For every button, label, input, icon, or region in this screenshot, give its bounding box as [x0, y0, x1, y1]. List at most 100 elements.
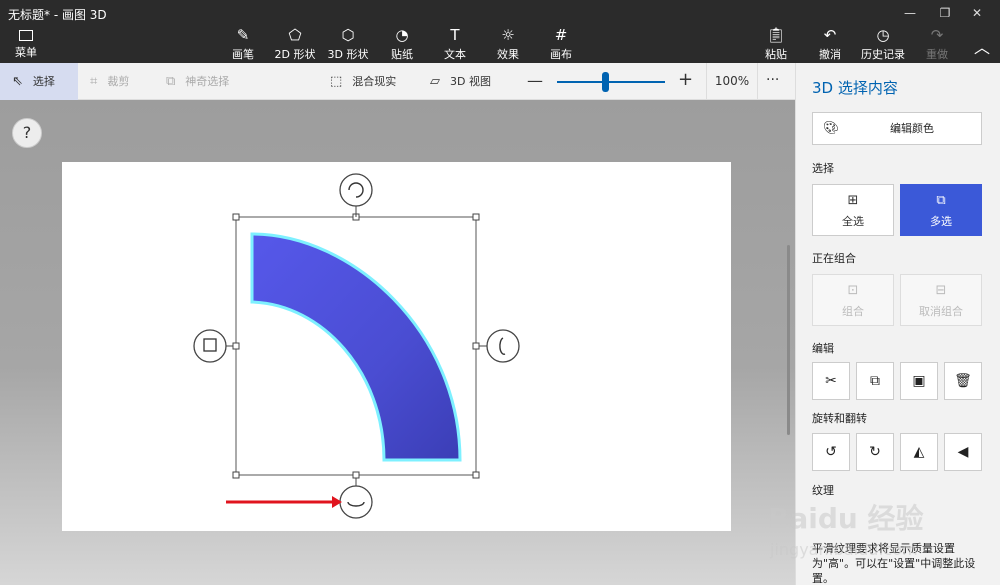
3d-curved-shape[interactable] — [250, 232, 462, 462]
ungroup-label: 取消组合 — [919, 305, 963, 318]
tool-stickers[interactable]: ◔ 贴纸 — [387, 26, 417, 62]
group-label: 组合 — [842, 305, 864, 318]
cut-button[interactable]: ✂ — [812, 362, 850, 400]
flip-horizontal-icon: ◭ — [913, 444, 925, 460]
group-button[interactable]: ⊡ 组合 — [812, 274, 894, 326]
crop-button[interactable]: ⌗ 裁剪 — [90, 63, 129, 100]
folder-icon — [19, 30, 33, 41]
paste-label: 粘贴 — [765, 48, 787, 61]
canvas[interactable] — [62, 162, 731, 531]
redo-label: 重做 — [926, 48, 948, 61]
paste-panel-button[interactable]: ▣ — [900, 362, 938, 400]
2d-shapes-icon: ⬠ — [288, 26, 302, 44]
edit-color-label: 编辑颜色 — [890, 122, 934, 135]
menu-button[interactable]: 菜单 — [8, 28, 44, 60]
magic-select-button[interactable]: ⧉ 神奇选择 — [166, 63, 229, 100]
undo-label: 撤消 — [819, 48, 841, 61]
scissors-icon: ✂ — [825, 373, 837, 389]
tool-brushes[interactable]: ✎ 画笔 — [228, 26, 258, 62]
panel-title: 3D 选择内容 — [812, 79, 898, 97]
tool-label: 文本 — [444, 48, 466, 61]
restore-button[interactable]: ❐ — [930, 4, 960, 22]
section-rotate-flip: 旋转和翻转 — [812, 412, 867, 425]
rotate-z-handle[interactable] — [339, 173, 373, 207]
close-button[interactable]: ✕ — [962, 4, 992, 22]
rotate-y-handle[interactable] — [486, 329, 520, 363]
tool-text[interactable]: T 文本 — [440, 26, 470, 62]
sticker-icon: ◔ — [395, 26, 409, 44]
collapse-toolbar-icon[interactable]: ︿ — [974, 34, 990, 58]
zoom-slider-thumb[interactable] — [602, 72, 610, 92]
zoom-out-button[interactable]: — — [527, 71, 543, 90]
more-options-button[interactable]: ··· — [766, 63, 779, 100]
redo-icon: ↷ — [930, 26, 944, 44]
delete-button[interactable]: 🗑︎ — [944, 362, 982, 400]
ungroup-button[interactable]: ⊟ 取消组合 — [900, 274, 982, 326]
mixed-reality-label: 混合现实 — [352, 75, 397, 88]
section-group: 正在组合 — [812, 252, 856, 265]
multi-select-button[interactable]: ⧉ 多选 — [900, 184, 982, 236]
undo-button[interactable]: ↶ 撤消 — [815, 26, 845, 62]
history-button[interactable]: ◷ 历史记录 — [859, 26, 907, 62]
vertical-scrollbar[interactable] — [787, 245, 790, 435]
multi-select-label: 多选 — [930, 215, 952, 228]
magic-select-label: 神奇选择 — [185, 75, 230, 88]
flip-vertical-button[interactable]: ◀ — [944, 433, 982, 471]
mixed-reality-button[interactable]: ⬚ 混合现实 — [330, 63, 396, 100]
canvas-svg — [193, 173, 520, 519]
push-back-handle[interactable] — [193, 329, 227, 363]
minimize-button[interactable]: — — [895, 4, 925, 22]
sub-toolbar: ⇖ 选择 ⌗ 裁剪 ⧉ 神奇选择 ⬚ 混合现实 ▱ 3D 视图 — + 100% ··· — [0, 63, 795, 100]
redo-button[interactable]: ↷ 重做 — [922, 26, 952, 62]
3d-view-button[interactable]: ▱ 3D 视图 — [430, 63, 491, 100]
tool-canvas[interactable]: # 画布 — [546, 26, 576, 62]
undo-icon: ↶ — [823, 26, 837, 44]
zoom-slider-track[interactable] — [557, 81, 665, 83]
copy-button[interactable]: ⧉ — [856, 362, 894, 400]
section-texture: 纹理 — [812, 484, 834, 497]
select-tool-button[interactable]: ⇖ 选择 — [0, 63, 78, 100]
canvas-icon: # — [554, 26, 568, 44]
select-all-icon: ⊞ — [847, 193, 859, 208]
rotate-right-icon: ↻ — [869, 444, 881, 460]
tool-effects[interactable]: ☼ 效果 — [493, 26, 523, 62]
flip-vertical-icon: ◀ — [957, 444, 969, 460]
help-button[interactable]: ? — [12, 118, 42, 148]
crop-label: 裁剪 — [107, 75, 130, 88]
crop-icon: ⌗ — [90, 74, 98, 89]
select-label: 选择 — [32, 75, 55, 88]
3d-view-label: 3D 视图 — [450, 75, 491, 88]
3d-view-icon: ▱ — [430, 74, 440, 89]
tool-label: 效果 — [497, 48, 519, 61]
history-label: 历史记录 — [861, 48, 905, 61]
flip-horizontal-button[interactable]: ◭ — [900, 433, 938, 471]
3d-shapes-icon: ⬡ — [341, 26, 355, 44]
rotate-x-handle[interactable] — [339, 485, 373, 519]
mixed-reality-icon: ⬚ — [330, 74, 343, 89]
ungroup-icon: ⊟ — [935, 283, 947, 298]
watermark-logo: Baidu 经验 — [768, 502, 924, 535]
tool-label: 贴纸 — [391, 48, 413, 61]
tool-2d-shapes[interactable]: ⬠ 2D 形状 — [274, 26, 316, 62]
rotate-left-button[interactable]: ↺ — [812, 433, 850, 471]
rotate-right-button[interactable]: ↻ — [856, 433, 894, 471]
clipboard-icon: 📋︎ — [766, 26, 786, 44]
tool-label: 画笔 — [232, 48, 254, 61]
edit-color-button[interactable]: 🎨︎ 编辑颜色 — [812, 112, 982, 145]
history-icon: ◷ — [876, 26, 890, 44]
tool-3d-shapes[interactable]: ⬡ 3D 形状 — [327, 26, 369, 62]
multi-select-icon: ⧉ — [936, 193, 946, 208]
top-toolbar: 无标题* - 画图 3D — ❐ ✕ 菜单 ✎ 画笔 ⬠ 2D 形状 ⬡ 3D … — [0, 0, 1000, 63]
window-title: 无标题* - 画图 3D — [8, 8, 107, 22]
zoom-in-button[interactable]: + — [678, 69, 693, 90]
select-all-button[interactable]: ⊞ 全选 — [812, 184, 894, 236]
section-edit: 编辑 — [812, 342, 834, 355]
paste-button[interactable]: 📋︎ 粘贴 — [761, 26, 791, 62]
select-all-label: 全选 — [842, 215, 864, 228]
trash-icon: 🗑︎ — [954, 373, 972, 389]
magic-select-icon: ⧉ — [166, 74, 176, 89]
menu-label: 菜单 — [15, 46, 37, 59]
zoom-value[interactable]: 100% — [706, 63, 758, 100]
copy-icon: ⧉ — [870, 373, 880, 389]
clipboard-icon: ▣ — [912, 373, 926, 389]
